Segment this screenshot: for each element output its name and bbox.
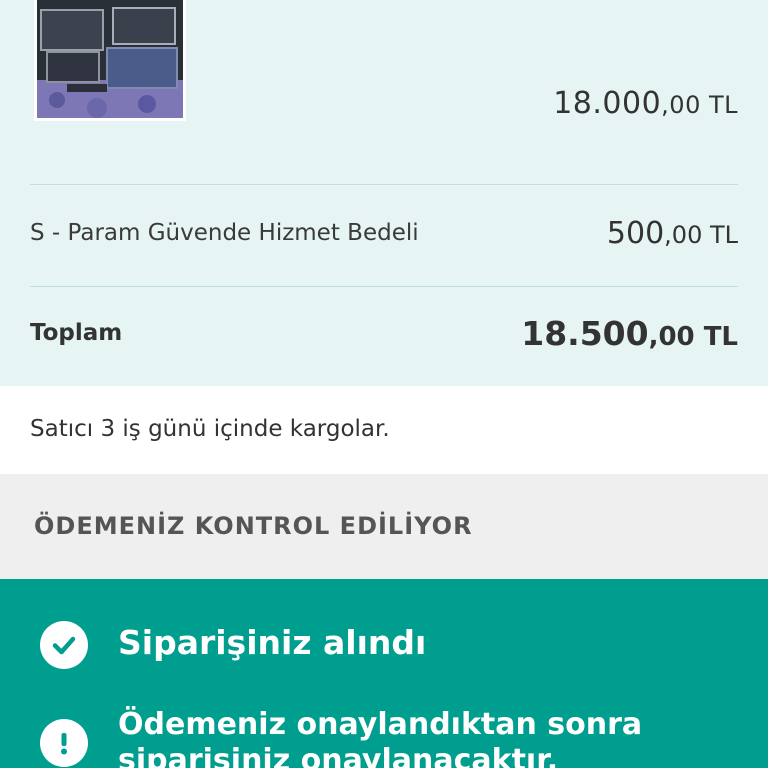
payment-status-title: ÖDEMENİZ KONTROL EDİLİYOR bbox=[34, 512, 473, 540]
product-photo bbox=[37, 0, 183, 118]
service-fee-price-dec: ,00 TL bbox=[664, 221, 738, 249]
shipping-text: Satıcı 3 iş günü içinde kargolar. bbox=[30, 416, 390, 442]
total-price-int: 18.500 bbox=[521, 314, 649, 353]
product-price: 18.000,00 TL bbox=[553, 86, 738, 121]
order-summary: 18.000,00 TL S - Param Güvende Hizmet Be… bbox=[0, 0, 768, 386]
total-label: Toplam bbox=[30, 320, 123, 346]
payment-approval-line1: Ödemeniz onaylandıktan sonra bbox=[118, 707, 643, 742]
total-price: 18.500,00 TL bbox=[521, 314, 738, 353]
payment-approval-text: Ödemeniz onaylandıktan sonra siparişiniz… bbox=[118, 707, 642, 779]
divider bbox=[30, 184, 738, 185]
product-image[interactable] bbox=[34, 0, 186, 121]
service-fee-label: S - Param Güvende Hizmet Bedeli bbox=[30, 220, 419, 246]
exclamation-circle-icon bbox=[40, 719, 88, 767]
order-received-text: Siparişiniz alındı bbox=[118, 623, 427, 662]
service-fee-price-int: 500 bbox=[606, 216, 665, 251]
total-price-dec: ,00 TL bbox=[648, 322, 738, 352]
product-price-dec: ,00 TL bbox=[661, 91, 738, 119]
shipping-info: Satıcı 3 iş günü içinde kargolar. bbox=[0, 386, 768, 474]
order-notice-panel: Siparişiniz alındı Ödemeniz onaylandıkta… bbox=[0, 579, 768, 778]
payment-status-header: ÖDEMENİZ KONTROL EDİLİYOR bbox=[0, 474, 768, 579]
product-price-int: 18.000 bbox=[553, 86, 662, 121]
check-circle-icon bbox=[40, 621, 88, 669]
payment-approval-line2: siparişiniz onaylanacaktır. bbox=[118, 743, 559, 778]
service-fee-price: 500,00 TL bbox=[607, 216, 738, 251]
divider bbox=[30, 286, 738, 287]
